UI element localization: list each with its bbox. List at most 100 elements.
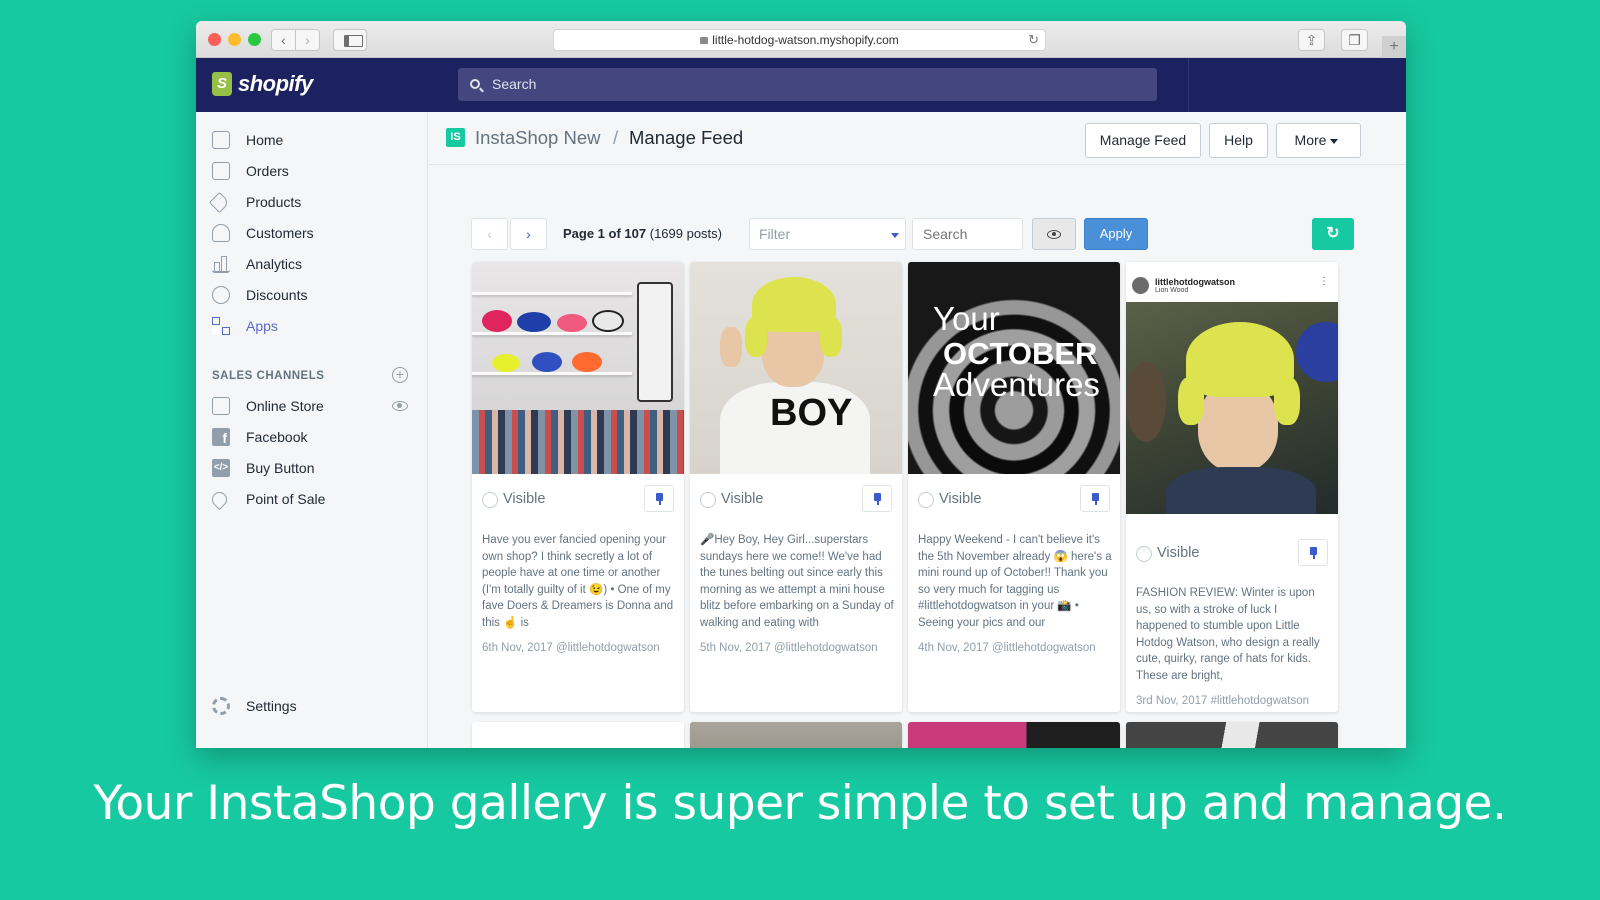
- sidebar-item-point-of-sale[interactable]: Point of Sale: [196, 485, 428, 513]
- pin-icon: [656, 493, 663, 505]
- sidebar-item-facebook[interactable]: f Facebook: [196, 423, 428, 451]
- minimize-window-button[interactable]: [228, 33, 241, 46]
- sidebar-item-apps[interactable]: Apps: [196, 312, 428, 340]
- sidebar-item-online-store[interactable]: Online Store: [196, 392, 428, 420]
- insta-photo: [1126, 302, 1338, 514]
- shopify-topbar: shopify Search: [196, 58, 1406, 112]
- post-controls: Visible: [472, 474, 684, 524]
- filter-select[interactable]: Filter: [749, 218, 906, 250]
- visible-label: Visible: [503, 491, 546, 507]
- manage-feed-button[interactable]: Manage Feed: [1085, 123, 1201, 158]
- tag-icon: [208, 191, 231, 213]
- page-title: Manage Feed: [629, 127, 744, 148]
- orders-icon: [212, 162, 230, 180]
- visible-radio[interactable]: [1136, 546, 1152, 562]
- post-card: Your OCTOBER Adventures Visible Happy We…: [908, 262, 1120, 712]
- post-card: littlehotdogwatson Lion Wood ⋮ Visible F…: [1126, 262, 1338, 712]
- sidebar-item-label: Analytics: [246, 256, 303, 272]
- pin-button[interactable]: [644, 485, 674, 512]
- sidebar-item-products[interactable]: Products: [196, 188, 428, 216]
- address-bar[interactable]: little-hotdog-watson.myshopify.com ↻: [553, 29, 1046, 51]
- sidebar-toggle-icon[interactable]: [333, 29, 367, 51]
- home-icon: [212, 131, 230, 149]
- post-image[interactable]: [472, 262, 684, 474]
- tabs-overview-icon[interactable]: ❐: [1341, 29, 1368, 51]
- post-image[interactable]: Your OCTOBER Adventures: [908, 262, 1120, 474]
- more-icon: ⋮: [1319, 276, 1329, 287]
- visible-label: Visible: [721, 491, 764, 507]
- post-controls: Visible: [1126, 528, 1338, 578]
- post-image[interactable]: littlehotdogwatson Lion Wood ⋮: [1126, 262, 1338, 528]
- sidebar-item-label: Products: [246, 194, 302, 210]
- visible-label: Visible: [1157, 545, 1200, 561]
- post-card: [690, 722, 902, 748]
- post-caption: Have you ever fancied opening your own s…: [482, 534, 674, 629]
- filter-placeholder: Filter: [759, 226, 791, 242]
- visible-radio[interactable]: [482, 492, 498, 508]
- shopify-bag-icon: [212, 72, 232, 96]
- post-caption: 🎤Hey Boy, Hey Girl...superstars sundays …: [700, 534, 894, 629]
- pin-button[interactable]: [1080, 485, 1110, 512]
- forward-icon[interactable]: ›: [295, 29, 320, 51]
- more-actions-button[interactable]: More: [1276, 123, 1361, 158]
- feed-search-input[interactable]: [912, 218, 1023, 250]
- eye-icon[interactable]: [392, 401, 408, 411]
- insta-location: Lion Wood: [1155, 287, 1189, 294]
- preview-button[interactable]: [1032, 218, 1076, 250]
- add-channel-icon[interactable]: +: [392, 367, 408, 383]
- sidebar-item-analytics[interactable]: Analytics: [196, 250, 428, 278]
- post-image[interactable]: BOY: [690, 262, 902, 474]
- post-count: (1699 posts): [649, 226, 722, 241]
- image-text-line3: Adventures: [933, 366, 1100, 403]
- new-tab-icon[interactable]: +: [1382, 36, 1406, 58]
- sidebar-item-buy-button[interactable]: </> Buy Button: [196, 454, 428, 482]
- sidebar-item-orders[interactable]: Orders: [196, 157, 428, 185]
- discount-icon: [212, 286, 230, 304]
- pin-icon: [874, 493, 881, 505]
- pin-icon: [1310, 547, 1317, 559]
- breadcrumb-app-link[interactable]: InstaShop New: [475, 127, 600, 149]
- shopify-logo-text: shopify: [238, 71, 313, 96]
- code-icon: </>: [212, 459, 230, 477]
- visible-radio[interactable]: [700, 492, 716, 508]
- sidebar-item-home[interactable]: Home: [196, 126, 428, 154]
- sidebar-item-discounts[interactable]: Discounts: [196, 281, 428, 309]
- search-icon: [470, 79, 480, 89]
- image-text: BOY: [770, 392, 853, 434]
- facebook-icon: f: [212, 428, 230, 446]
- browser-window: ‹ › little-hotdog-watson.myshopify.com ↻…: [196, 21, 1406, 748]
- reload-icon[interactable]: ↻: [1028, 30, 1039, 50]
- sidebar-item-customers[interactable]: Customers: [196, 219, 428, 247]
- eye-icon: [1047, 230, 1061, 239]
- back-icon[interactable]: ‹: [271, 29, 296, 51]
- global-search-input[interactable]: Search: [458, 68, 1157, 101]
- next-page-button[interactable]: ›: [510, 218, 547, 250]
- url-text: little-hotdog-watson.myshopify.com: [712, 33, 899, 47]
- help-button[interactable]: Help: [1209, 123, 1268, 158]
- apply-button[interactable]: Apply: [1084, 218, 1148, 250]
- feed-toolbar: ‹ › Page 1 of 107 (1699 posts) Filter Ap…: [429, 217, 1406, 250]
- main-content: IS InstaShop New / Manage Feed Manage Fe…: [429, 112, 1406, 748]
- post-card: [472, 722, 684, 748]
- browser-toolbar: ‹ › little-hotdog-watson.myshopify.com ↻…: [196, 21, 1406, 58]
- pin-button[interactable]: [862, 485, 892, 512]
- post-date: 4th Nov, 2017 @littlehotdogwatson: [918, 642, 1096, 654]
- store-icon: [212, 397, 230, 415]
- refresh-icon[interactable]: ↻: [1312, 218, 1354, 250]
- bar-chart-icon: [212, 255, 230, 273]
- sidebar-item-settings[interactable]: Settings: [196, 692, 428, 720]
- previous-page-button[interactable]: ‹: [471, 218, 508, 250]
- zoom-window-button[interactable]: [248, 33, 261, 46]
- global-search-placeholder: Search: [492, 76, 537, 92]
- page-label: Page 1 of 107: [563, 226, 647, 241]
- share-icon[interactable]: ⇪: [1298, 29, 1325, 51]
- close-window-button[interactable]: [208, 33, 221, 46]
- pin-button[interactable]: [1298, 539, 1328, 566]
- visible-radio[interactable]: [918, 492, 934, 508]
- sidebar-item-label: Apps: [246, 318, 278, 334]
- page-header: IS InstaShop New / Manage Feed Manage Fe…: [429, 112, 1406, 165]
- image-text-line2: OCTOBER: [943, 336, 1098, 371]
- shopify-logo[interactable]: shopify: [196, 58, 428, 112]
- image-text-line1: Your: [933, 300, 1000, 337]
- sidebar-item-label: Settings: [246, 698, 297, 714]
